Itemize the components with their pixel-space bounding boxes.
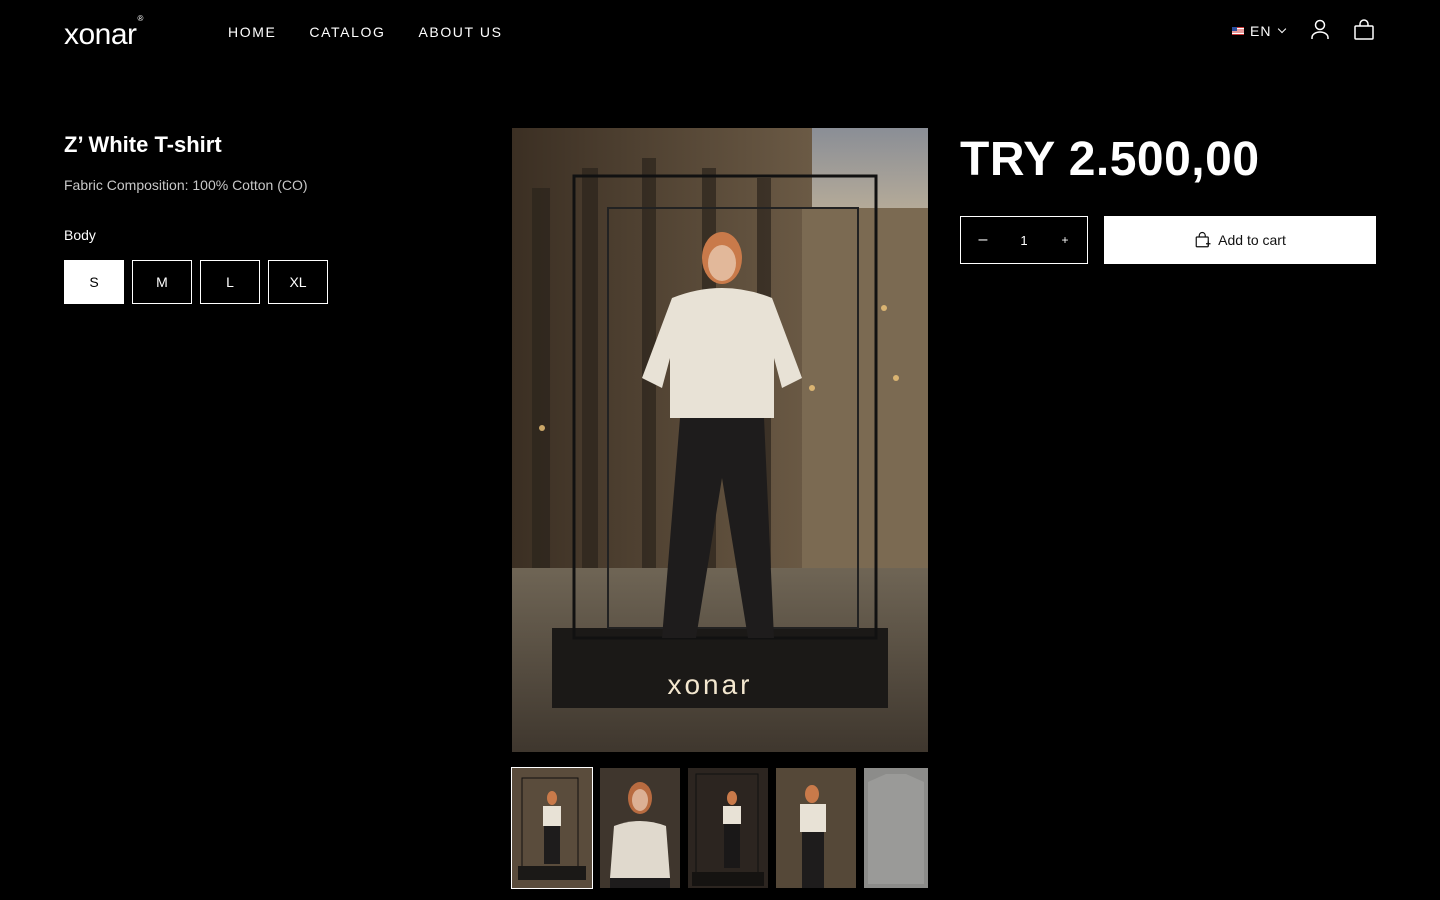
size-option-m[interactable]: M bbox=[132, 260, 192, 304]
user-icon[interactable] bbox=[1308, 18, 1332, 42]
quantity-stepper: – 1 + bbox=[960, 216, 1088, 264]
shopping-bag-icon[interactable] bbox=[1352, 18, 1376, 42]
size-label: Body bbox=[64, 227, 96, 243]
nav-about-us[interactable]: ABOUT US bbox=[418, 24, 502, 40]
add-to-cart-label: Add to cart bbox=[1218, 232, 1286, 248]
main-nav: HOME CATALOG ABOUT US bbox=[228, 24, 503, 40]
brand-logo[interactable]: xonar® bbox=[64, 14, 143, 52]
fabric-composition: Fabric Composition: 100% Cotton (CO) bbox=[64, 177, 308, 193]
add-to-cart-button[interactable]: Add to cart bbox=[1104, 216, 1376, 264]
language-selector[interactable]: EN bbox=[1232, 23, 1287, 39]
nav-home[interactable]: HOME bbox=[228, 24, 276, 40]
size-option-s[interactable]: S bbox=[64, 260, 124, 304]
increase-quantity-button[interactable]: + bbox=[1059, 233, 1071, 247]
us-flag-icon bbox=[1232, 27, 1244, 35]
decrease-quantity-button[interactable]: – bbox=[977, 231, 989, 249]
site-header: xonar® HOME CATALOG ABOUT US EN bbox=[0, 0, 1440, 64]
thumbnail-3[interactable] bbox=[688, 768, 768, 888]
product-main-image[interactable]: xonar bbox=[512, 128, 928, 752]
quantity-value[interactable]: 1 bbox=[1020, 233, 1027, 248]
cart-add-icon bbox=[1195, 231, 1211, 248]
thumbnail-strip bbox=[511, 767, 928, 889]
chevron-down-icon bbox=[1278, 24, 1287, 34]
size-option-xl[interactable]: XL bbox=[268, 260, 328, 304]
image-brand-caption: xonar bbox=[667, 669, 752, 700]
thumbnail-5[interactable] bbox=[864, 768, 928, 888]
thumbnail-2[interactable] bbox=[600, 768, 680, 888]
nav-catalog[interactable]: CATALOG bbox=[309, 24, 385, 40]
size-option-l[interactable]: L bbox=[200, 260, 260, 304]
product-price: TRY 2.500,00 bbox=[960, 133, 1260, 186]
thumbnail-1[interactable] bbox=[511, 767, 593, 889]
size-selector: S M L XL bbox=[64, 260, 328, 304]
product-title: Z’ White T-shirt bbox=[64, 132, 222, 157]
language-label: EN bbox=[1250, 23, 1272, 39]
thumbnail-4[interactable] bbox=[776, 768, 856, 888]
